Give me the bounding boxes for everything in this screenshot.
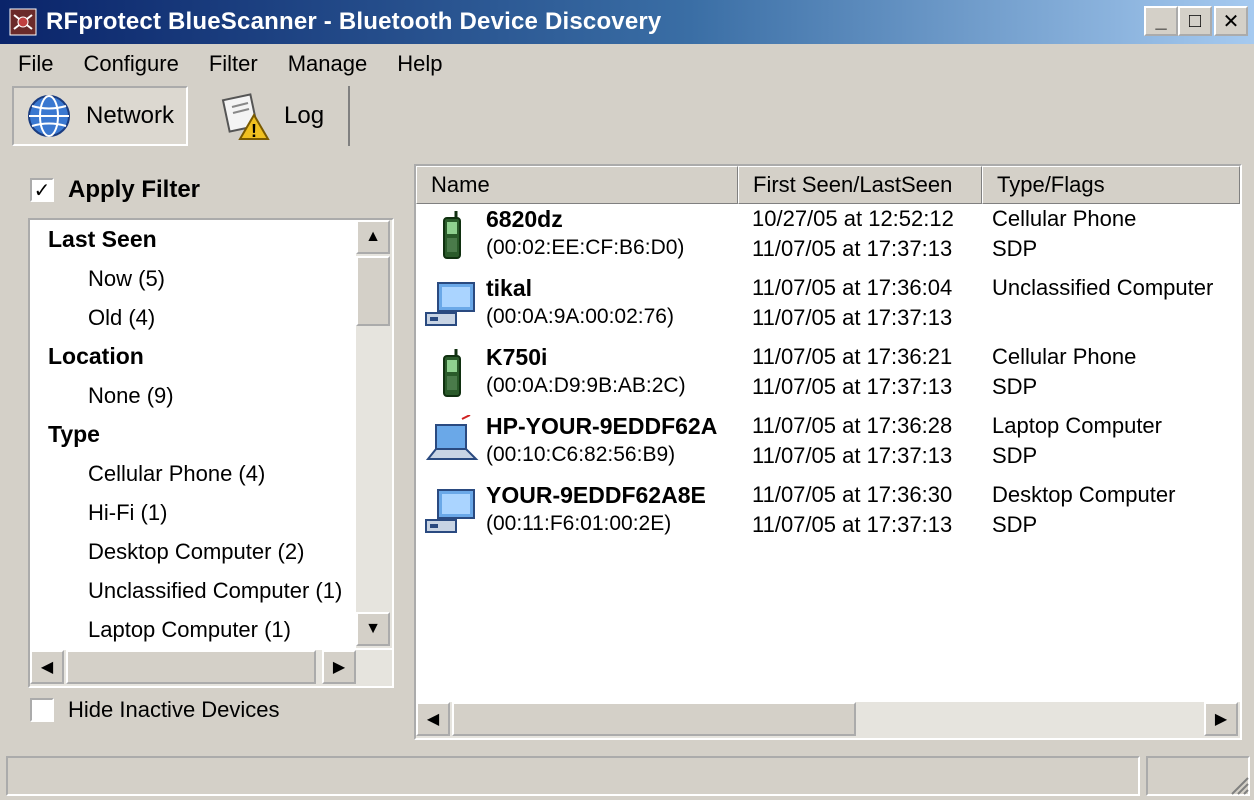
device-first-seen: 11/07/05 at 17:36:21 bbox=[752, 344, 953, 369]
device-mac-address: (00:11:F6:01:00:2E) bbox=[486, 512, 672, 535]
device-name: K750i bbox=[486, 344, 548, 370]
hide-inactive-checkbox[interactable] bbox=[30, 698, 54, 722]
device-row[interactable]: tikal (00:0A:9A:00:02:76) 11/07/05 at 17:3… bbox=[416, 275, 1240, 344]
filter-tree[interactable]: Last Seen Now (5) Old (4) Location None (9) T… bbox=[28, 218, 394, 688]
device-last-seen: 11/07/05 at 17:37:13 bbox=[752, 374, 953, 399]
menu-filter[interactable]: Filter bbox=[197, 51, 270, 77]
device-first-seen: 11/07/05 at 17:36:28 bbox=[752, 413, 953, 438]
menu-bar: File Configure Filter Manage Help bbox=[0, 46, 1254, 82]
device-mac-address: (00:02:EE:CF:B6:D0) bbox=[486, 236, 685, 259]
desktop-computer-icon bbox=[424, 484, 480, 540]
hide-inactive-row[interactable]: Hide Inactive Devices bbox=[30, 692, 280, 728]
device-row[interactable]: HP-YOUR-9EDDF62A (00:10:C6:82:56:B9) 11/07… bbox=[416, 413, 1240, 482]
device-type: Unclassified Computer bbox=[992, 275, 1214, 300]
menu-manage[interactable]: Manage bbox=[276, 51, 380, 77]
device-type: Desktop Computer bbox=[992, 482, 1176, 507]
svg-text:!: ! bbox=[251, 121, 257, 141]
device-mac-address: (00:0A:9A:00:02:76) bbox=[486, 305, 674, 328]
filter-tree-item[interactable]: Old (4) bbox=[30, 298, 356, 337]
device-list-horizontal-scrollbar[interactable]: ◀ ▶ bbox=[416, 702, 1240, 738]
scroll-thumb[interactable] bbox=[356, 256, 390, 326]
device-first-seen: 11/07/05 at 17:36:30 bbox=[752, 482, 953, 507]
device-flags: SDP bbox=[992, 512, 1038, 537]
close-button[interactable]: ✕ bbox=[1214, 6, 1248, 36]
device-last-seen: 11/07/05 at 17:37:13 bbox=[752, 236, 953, 261]
device-first-seen: 10/27/05 at 12:52:12 bbox=[752, 206, 954, 231]
device-list[interactable]: Name First Seen/LastSeen Type/Flags 6820… bbox=[414, 164, 1242, 740]
window-title: RFprotect BlueScanner - Bluetooth Device… bbox=[46, 8, 662, 35]
scroll-right-button[interactable]: ▶ bbox=[1204, 702, 1238, 736]
filter-tree-item[interactable]: Now (5) bbox=[30, 259, 356, 298]
device-row[interactable]: K750i (00:0A:D9:9B:AB:2C) 11/07/05 at 17:3… bbox=[416, 344, 1240, 413]
device-flags: SDP bbox=[992, 236, 1038, 261]
app-icon bbox=[9, 8, 37, 36]
device-row[interactable]: YOUR-9EDDF62A8E (00:11:F6:01:00:2E) 11/07/… bbox=[416, 482, 1240, 551]
scroll-right-button[interactable]: ▶ bbox=[322, 650, 356, 684]
device-name: HP-YOUR-9EDDF62A bbox=[486, 413, 718, 439]
apply-filter-checkbox[interactable]: ✓ bbox=[30, 178, 54, 202]
device-type: Cellular Phone bbox=[992, 344, 1137, 369]
filter-tree-item[interactable]: None (9) bbox=[30, 376, 356, 415]
device-name: YOUR-9EDDF62A8E bbox=[486, 482, 706, 508]
scroll-down-button[interactable]: ▼ bbox=[356, 612, 390, 646]
device-row[interactable]: 6820dz (00:02:EE:CF:B6:D0) 10/27/05 at 12:… bbox=[416, 206, 1240, 275]
device-type: Laptop Computer bbox=[992, 413, 1162, 438]
tab-network[interactable]: Network bbox=[12, 86, 188, 146]
maximize-button[interactable]: □ bbox=[1178, 6, 1212, 36]
tab-log[interactable]: ! Log bbox=[212, 86, 350, 146]
device-name: 6820dz bbox=[486, 206, 563, 232]
filter-group-heading[interactable]: Location bbox=[30, 337, 356, 376]
menu-help[interactable]: Help bbox=[385, 51, 454, 77]
filter-tree-horizontal-scrollbar[interactable]: ◀ ▶ bbox=[30, 650, 392, 686]
log-warning-icon: ! bbox=[221, 93, 270, 141]
scroll-left-button[interactable]: ◀ bbox=[416, 702, 450, 736]
device-flags: SDP bbox=[992, 443, 1038, 468]
apply-filter-row[interactable]: ✓ Apply Filter bbox=[30, 172, 200, 208]
device-first-seen: 11/07/05 at 17:36:04 bbox=[752, 275, 953, 300]
scroll-thumb[interactable] bbox=[452, 702, 856, 736]
column-header-type[interactable]: Type/Flags bbox=[982, 166, 1240, 204]
device-last-seen: 11/07/05 at 17:37:13 bbox=[752, 512, 953, 537]
device-mac-address: (00:10:C6:82:56:B9) bbox=[486, 443, 676, 466]
scroll-up-button[interactable]: ▲ bbox=[356, 220, 390, 254]
column-header-seen[interactable]: First Seen/LastSeen bbox=[738, 166, 982, 204]
app-window: RFprotect BlueScanner - Bluetooth Device… bbox=[0, 0, 1254, 800]
filter-tree-list: Last Seen Now (5) Old (4) Location None (9) T… bbox=[30, 220, 356, 648]
title-bar[interactable]: RFprotect BlueScanner - Bluetooth Device… bbox=[0, 0, 1254, 44]
globe-icon bbox=[28, 95, 70, 137]
list-header: Name First Seen/LastSeen Type/Flags bbox=[416, 166, 1240, 204]
column-header-name[interactable]: Name bbox=[416, 166, 738, 204]
cellphone-icon bbox=[424, 208, 480, 264]
tab-network-label: Network bbox=[86, 102, 175, 129]
device-last-seen: 11/07/05 at 17:37:13 bbox=[752, 305, 953, 330]
scroll-left-button[interactable]: ◀ bbox=[30, 650, 64, 684]
desktop-computer-icon bbox=[424, 277, 480, 333]
filter-tree-item[interactable]: Laptop Computer (1) bbox=[30, 610, 356, 648]
filter-tree-vertical-scrollbar[interactable]: ▲ ▼ bbox=[356, 220, 392, 648]
device-last-seen: 11/07/05 at 17:37:13 bbox=[752, 443, 953, 468]
cellphone-icon bbox=[424, 346, 480, 402]
menu-configure[interactable]: Configure bbox=[71, 51, 190, 77]
menu-file[interactable]: File bbox=[6, 51, 65, 77]
toolbar: Network ! Log bbox=[0, 82, 1254, 152]
tab-log-label: Log bbox=[284, 102, 325, 129]
status-bar bbox=[0, 752, 1254, 800]
filter-group-heading[interactable]: Last Seen bbox=[30, 220, 356, 259]
filter-tree-item[interactable]: Cellular Phone (4) bbox=[30, 454, 356, 493]
hide-inactive-label: Hide Inactive Devices bbox=[68, 697, 280, 722]
status-pane-main bbox=[6, 756, 1140, 796]
resize-grip-icon[interactable] bbox=[1226, 772, 1250, 796]
device-name: tikal bbox=[486, 275, 533, 301]
laptop-computer-icon bbox=[424, 414, 480, 471]
filter-tree-item[interactable]: Unclassified Computer (1) bbox=[30, 571, 356, 610]
filter-tree-item[interactable]: Desktop Computer (2) bbox=[30, 532, 356, 571]
minimize-button[interactable]: _ bbox=[1144, 6, 1178, 36]
scroll-thumb[interactable] bbox=[66, 650, 316, 684]
filter-group-heading[interactable]: Type bbox=[30, 415, 356, 454]
device-type: Cellular Phone bbox=[992, 206, 1137, 231]
apply-filter-label: Apply Filter bbox=[68, 176, 201, 203]
device-mac-address: (00:0A:D9:9B:AB:2C) bbox=[486, 374, 686, 397]
device-flags: SDP bbox=[992, 374, 1038, 399]
filter-tree-item[interactable]: Hi-Fi (1) bbox=[30, 493, 356, 532]
